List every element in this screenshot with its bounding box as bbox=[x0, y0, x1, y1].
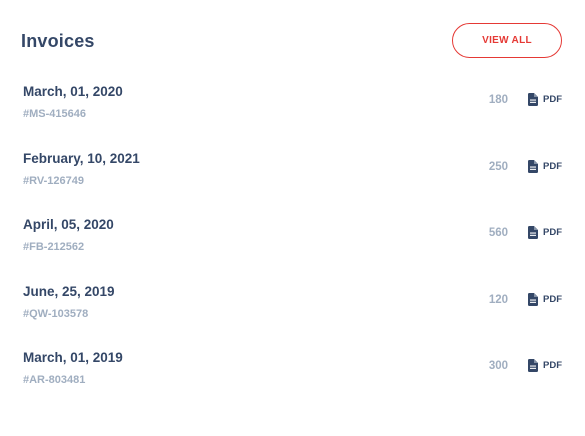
invoice-date: February, 10, 2021 bbox=[23, 150, 140, 166]
pdf-label: PDF bbox=[543, 94, 562, 105]
invoice-amount: 180 bbox=[488, 94, 508, 106]
pdf-download-button[interactable]: PDF bbox=[528, 93, 562, 106]
pdf-download-button[interactable]: PDF bbox=[528, 159, 562, 173]
list-item: March, 01, 2019 #AR-803481 300 PDF bbox=[23, 346, 562, 413]
invoice-date: April, 05, 2020 bbox=[23, 217, 114, 232]
document-icon bbox=[528, 359, 538, 372]
list-item: February, 10, 2021 #RV-126749 250 PDF bbox=[23, 147, 562, 214]
pdf-label: PDF bbox=[543, 293, 562, 305]
invoice-list: March, 01, 2020 #MS-415646 180 PDF Febru… bbox=[23, 80, 562, 413]
invoice-id: #MS-415646 bbox=[23, 108, 86, 120]
pdf-label: PDF bbox=[543, 227, 562, 238]
invoice-date: March, 01, 2019 bbox=[23, 350, 123, 365]
invoice-date: June, 25, 2019 bbox=[23, 283, 115, 299]
card-title: Invoices bbox=[21, 31, 95, 51]
invoice-amount: 300 bbox=[488, 360, 508, 372]
list-item: June, 25, 2019 #QW-103578 120 PDF bbox=[23, 280, 562, 347]
pdf-download-button[interactable]: PDF bbox=[528, 292, 562, 306]
document-icon bbox=[528, 159, 538, 173]
pdf-label: PDF bbox=[543, 160, 562, 172]
invoice-amount: 560 bbox=[488, 227, 508, 239]
invoice-id: #AR-803481 bbox=[23, 374, 86, 386]
document-icon bbox=[528, 93, 538, 106]
invoices-card: Invoices VIEW ALL March, 01, 2020 #MS-41… bbox=[0, 0, 585, 436]
invoice-amount: 120 bbox=[488, 293, 508, 306]
pdf-download-button[interactable]: PDF bbox=[528, 226, 562, 239]
list-item: April, 05, 2020 #FB-212562 560 PDF bbox=[23, 213, 562, 280]
invoice-amount: 250 bbox=[488, 160, 508, 173]
document-icon bbox=[528, 226, 538, 239]
pdf-label: PDF bbox=[543, 360, 562, 371]
invoice-date: March, 01, 2020 bbox=[23, 84, 123, 99]
document-icon bbox=[528, 292, 538, 306]
invoice-id: #RV-126749 bbox=[23, 174, 84, 187]
list-item: March, 01, 2020 #MS-415646 180 PDF bbox=[23, 80, 562, 147]
view-all-button[interactable]: VIEW ALL bbox=[452, 23, 562, 58]
invoice-id: #QW-103578 bbox=[23, 307, 89, 320]
pdf-download-button[interactable]: PDF bbox=[528, 359, 562, 372]
invoice-id: #FB-212562 bbox=[23, 241, 85, 253]
card-header: Invoices VIEW ALL bbox=[21, 23, 562, 58]
